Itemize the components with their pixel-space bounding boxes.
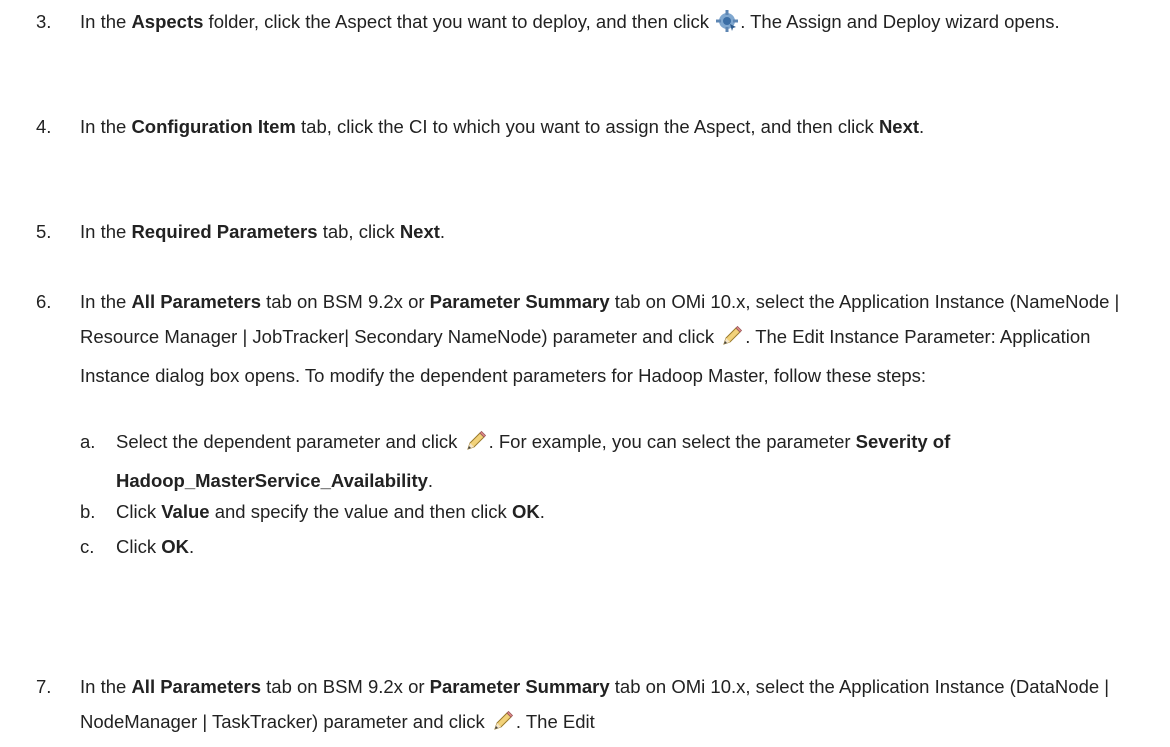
step-text: In the Configuration Item tab, click the…: [80, 116, 925, 137]
ui-term: Aspects: [131, 11, 204, 32]
step-text: Click OK.: [116, 536, 195, 557]
step-text: In the Required Parameters tab, click Ne…: [80, 221, 446, 242]
step-letter: a.: [80, 431, 96, 452]
ui-term: Required Parameters: [131, 221, 318, 242]
step-7: 7. In the All Parameters tab on BSM 9.2x…: [36, 669, 1162, 743]
step-number: 7.: [36, 676, 52, 697]
step-6: 6. In the All Parameters tab on BSM 9.2x…: [36, 284, 1162, 393]
ui-term: Parameter Summary: [429, 291, 610, 312]
step-number: 6.: [36, 291, 52, 312]
step-number: 3.: [36, 11, 52, 32]
step-4: 4. In the Configuration Item tab, click …: [36, 109, 1162, 144]
edit-pencil-icon: [465, 428, 487, 463]
ui-term: OK: [511, 501, 540, 522]
substep-c: c. Click OK.: [80, 529, 1162, 564]
edit-pencil-icon: [721, 323, 743, 358]
step-text: Select the dependent parameter and click…: [116, 424, 1162, 498]
ui-term: Configuration Item: [131, 116, 296, 137]
step-letter: b.: [80, 501, 96, 522]
step-text: In the Aspects folder, click the Aspect …: [80, 4, 1162, 43]
step-text: Click Value and specify the value and th…: [116, 501, 545, 522]
ui-term: OK: [161, 536, 189, 557]
ui-term: Next: [878, 116, 920, 137]
step-letter: c.: [80, 536, 95, 557]
ui-term: Next: [399, 221, 440, 242]
step-text: In the All Parameters tab on BSM 9.2x or…: [80, 291, 1120, 386]
step-5: 5. In the Required Parameters tab, click…: [36, 214, 1162, 249]
ui-term: All Parameters: [131, 291, 262, 312]
deploy-icon: [716, 8, 739, 43]
ui-term: Parameter Summary: [429, 676, 610, 697]
ui-term: Value: [161, 501, 210, 522]
edit-pencil-icon: [492, 708, 514, 743]
step-number: 5.: [36, 221, 52, 242]
step-number: 4.: [36, 116, 52, 137]
substep-a: a. Select the dependent parameter and cl…: [80, 424, 1162, 498]
step-text: In the All Parameters tab on BSM 9.2x or…: [80, 669, 1162, 743]
ui-term: All Parameters: [131, 676, 262, 697]
step-3: 3. In the Aspects folder, click the Aspe…: [36, 4, 1162, 43]
document-page: 3. In the Aspects folder, click the Aspe…: [0, 0, 1170, 747]
substep-b: b. Click Value and specify the value and…: [80, 494, 1162, 529]
